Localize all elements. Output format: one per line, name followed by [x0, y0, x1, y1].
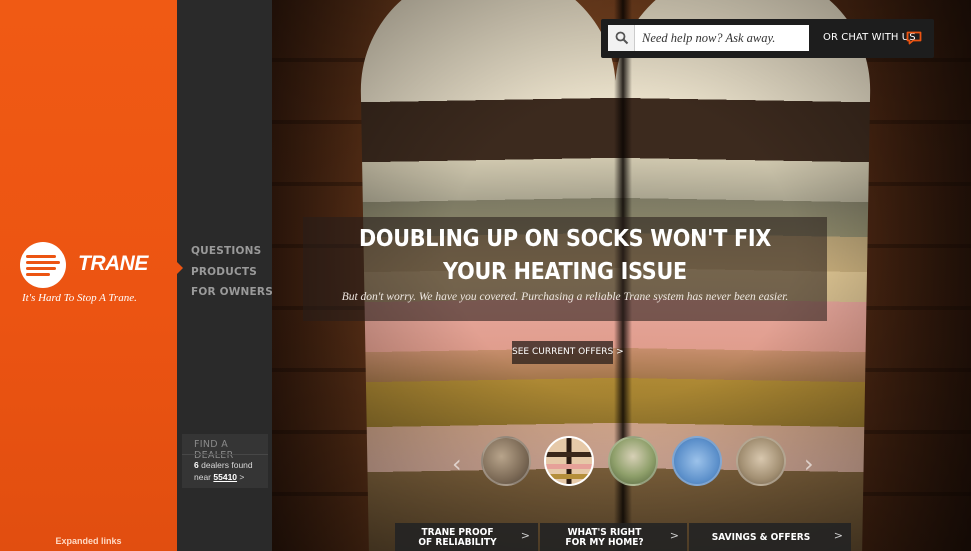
- carousel-thumb-5[interactable]: [736, 436, 786, 486]
- dealer-divider: [182, 454, 268, 455]
- search-icon: [615, 31, 629, 45]
- find-dealer-box[interactable]: FIND A DEALER 6 dealers found near 55410…: [182, 434, 268, 488]
- trane-logo-icon[interactable]: [20, 242, 66, 288]
- chevron-right-icon: >: [833, 529, 843, 542]
- chat-bubble-icon[interactable]: [906, 31, 922, 45]
- cta-label: SEE CURRENT OFFERS: [512, 347, 614, 357]
- nav-item-products[interactable]: PRODUCTS: [191, 262, 273, 283]
- dealer-count: 6: [194, 460, 199, 470]
- hero-headline-box: DOUBLING UP ON SOCKS WON'T FIX YOUR HEAT…: [303, 217, 827, 321]
- nav-item-questions[interactable]: QUESTIONS: [191, 241, 273, 262]
- expanded-links-label[interactable]: Expanded links: [0, 536, 177, 546]
- nav-item-for-owners[interactable]: FOR OWNERS: [191, 282, 273, 303]
- carousel-prev-icon[interactable]: ‹: [452, 450, 462, 478]
- see-current-offers-button[interactable]: SEE CURRENT OFFERS >: [512, 341, 624, 364]
- dealer-near-text: near: [194, 472, 212, 482]
- carousel-thumb-2-active[interactable]: [544, 436, 594, 486]
- carousel-thumb-3[interactable]: [608, 436, 658, 486]
- help-bar: OR CHAT WITH US: [601, 19, 934, 58]
- hero-subhead: But don't worry. We have you covered. Pu…: [341, 291, 789, 303]
- chevron-right-icon: >: [669, 529, 679, 542]
- tab-label-line2: FOR MY HOME?: [565, 537, 644, 548]
- tab-whats-right-for-my-home[interactable]: WHAT'S RIGHT FOR MY HOME? >: [540, 523, 687, 551]
- brand-tagline: It's Hard To Stop A Trane.: [22, 292, 137, 304]
- hero-headline-line2: YOUR HEATING ISSUE: [443, 259, 687, 285]
- brand-panel: TRANE It's Hard To Stop A Trane. Expande…: [0, 0, 177, 551]
- dealer-zip-link[interactable]: 55410: [213, 472, 237, 482]
- tab-label-line2: OF RELIABILITY: [418, 537, 497, 548]
- dealer-results: 6 dealers found near 55410 >: [194, 459, 253, 483]
- chat-link[interactable]: OR CHAT WITH US: [823, 32, 916, 43]
- find-dealer-title[interactable]: FIND A DEALER: [194, 439, 268, 461]
- hero-headline: DOUBLING UP ON SOCKS WON'T FIX YOUR HEAT…: [329, 223, 801, 289]
- trane-logo-wordmark[interactable]: TRANE: [78, 252, 148, 276]
- carousel-next-icon[interactable]: ›: [804, 450, 814, 478]
- search-box: [608, 25, 809, 51]
- search-button[interactable]: [608, 25, 635, 51]
- dealer-found-text: dealers found: [201, 460, 253, 470]
- carousel-thumb-4[interactable]: [672, 436, 722, 486]
- bottom-tabs: TRANE PROOF OF RELIABILITY > WHAT'S RIGH…: [395, 523, 851, 551]
- main-nav: QUESTIONS PRODUCTS FOR OWNERS: [191, 241, 273, 303]
- dealer-chevron-icon: >: [239, 472, 245, 482]
- hero-headline-line1: DOUBLING UP ON SOCKS WON'T FIX: [358, 226, 772, 252]
- chevron-right-icon: >: [520, 529, 530, 542]
- search-input[interactable]: [636, 25, 808, 51]
- carousel-thumb-1[interactable]: [481, 436, 531, 486]
- tab-savings-and-offers[interactable]: SAVINGS & OFFERS >: [689, 523, 851, 551]
- tab-label-line1: SAVINGS & OFFERS: [711, 532, 811, 543]
- tab-trane-proof-of-reliability[interactable]: TRANE PROOF OF RELIABILITY >: [395, 523, 538, 551]
- cta-chevron-icon: >: [616, 347, 624, 357]
- nav-pointer-arrow-icon: [177, 262, 183, 274]
